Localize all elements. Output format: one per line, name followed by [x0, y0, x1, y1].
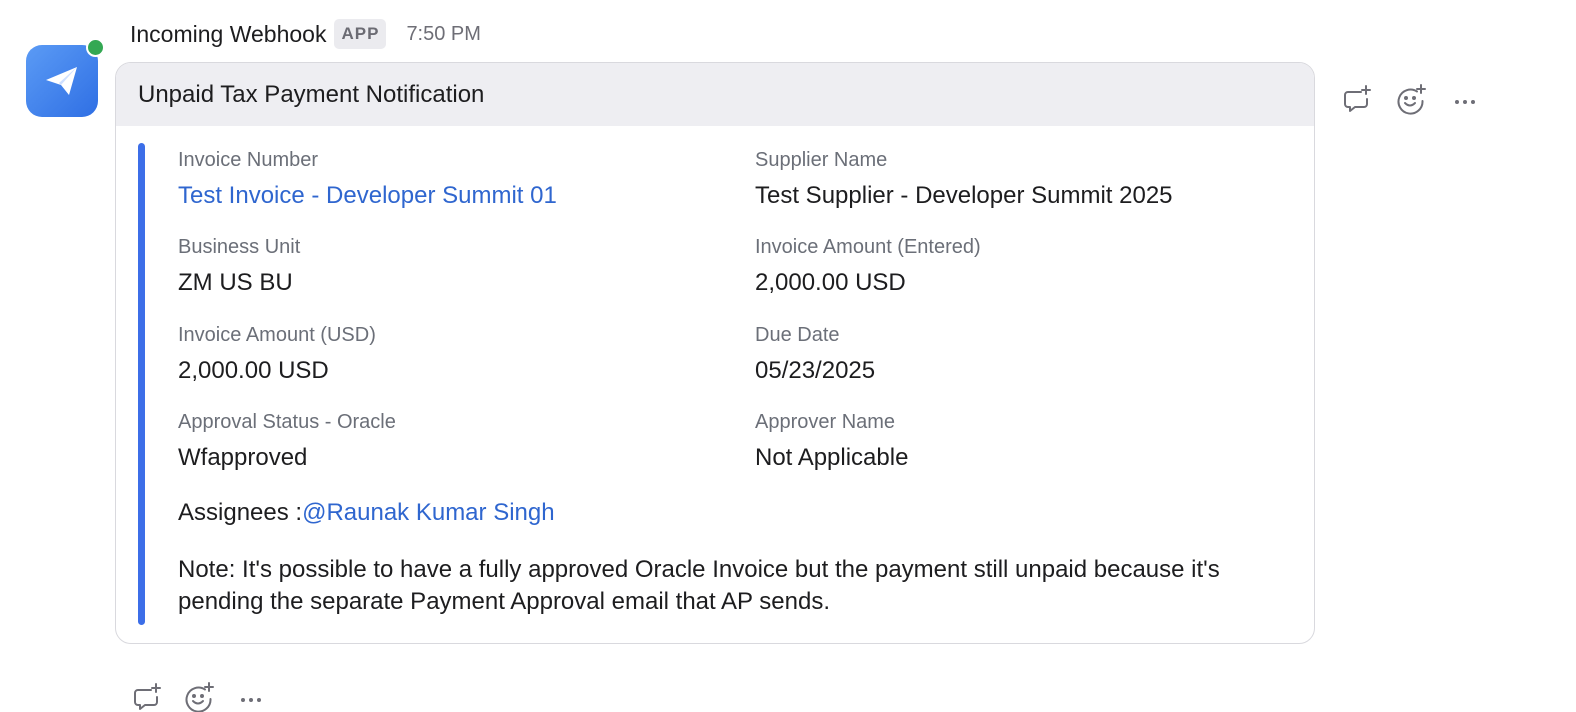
avatar[interactable] — [26, 45, 98, 117]
message-header: Incoming Webhook APP 7:50 PM — [130, 18, 481, 50]
field-label: Approval Status - Oracle — [178, 411, 396, 433]
field-business-unit: Business Unit ZM US BU — [178, 234, 300, 298]
field-value: 2,000.00 USD — [755, 269, 906, 296]
field-approver-name: Approver Name Not Applicable — [755, 409, 908, 473]
add-reaction-icon — [185, 682, 214, 712]
chat-message: Incoming Webhook APP 7:50 PM Unpaid Tax … — [0, 0, 1576, 712]
paper-plane-icon — [46, 67, 77, 95]
field-value: 05/23/2025 — [755, 357, 876, 384]
field-label: Business Unit — [178, 236, 301, 258]
field-value: ZM US BU — [178, 269, 293, 296]
presence-indicator — [86, 38, 105, 57]
field-label: Invoice Amount (USD) — [178, 324, 376, 346]
reply-thread-button[interactable] — [130, 680, 164, 712]
message-footer-actions — [130, 680, 268, 712]
add-reaction-icon — [1397, 84, 1426, 115]
field-label: Approver Name — [755, 411, 896, 433]
add-reaction-button[interactable] — [1394, 82, 1428, 116]
app-badge: APP — [334, 19, 387, 49]
field-value: Test Supplier - Developer Summit 2025 — [755, 182, 1173, 209]
field-invoice-number: Invoice Number Test Invoice - Developer … — [178, 147, 557, 211]
card-accent-bar — [138, 143, 145, 625]
more-options-icon — [1455, 100, 1475, 104]
more-options-button[interactable] — [234, 680, 268, 712]
assignee-mention[interactable]: @Raunak Kumar Singh — [302, 499, 555, 526]
field-label: Supplier Name — [755, 149, 888, 171]
field-supplier-name: Supplier Name Test Supplier - Developer … — [755, 147, 1173, 211]
field-approval-status: Approval Status - Oracle Wfapproved — [178, 409, 396, 473]
field-label: Invoice Amount (Entered) — [755, 236, 981, 258]
notification-card: Unpaid Tax Payment Notification Invoice … — [115, 62, 1315, 644]
card-title: Unpaid Tax Payment Notification — [116, 63, 1314, 126]
field-due-date: Due Date 05/23/2025 — [755, 322, 875, 386]
assignees-label: Assignees : — [178, 499, 303, 526]
reply-thread-button[interactable] — [1340, 82, 1374, 116]
more-options-button[interactable] — [1448, 82, 1482, 116]
reply-thread-icon — [134, 683, 161, 710]
field-value: 2,000.00 USD — [178, 357, 329, 384]
add-reaction-button[interactable] — [182, 680, 216, 712]
assignees-line: Assignees :@Raunak Kumar Singh — [178, 498, 555, 528]
field-value: Not Applicable — [755, 444, 909, 471]
message-hover-actions — [1340, 82, 1482, 116]
field-invoice-amount-entered: Invoice Amount (Entered) 2,000.00 USD — [755, 234, 981, 298]
more-options-icon — [241, 698, 261, 702]
field-label: Due Date — [755, 324, 840, 346]
message-timestamp[interactable]: 7:50 PM — [406, 23, 480, 46]
field-invoice-amount-usd: Invoice Amount (USD) 2,000.00 USD — [178, 322, 376, 386]
card-note: Note: It's possible to have a fully appr… — [178, 556, 1220, 615]
reply-thread-icon — [1344, 85, 1371, 112]
field-value: Wfapproved — [178, 444, 308, 471]
field-label: Invoice Number — [178, 149, 319, 171]
sender-name[interactable]: Incoming Webhook — [130, 21, 326, 48]
invoice-number-link[interactable]: Test Invoice - Developer Summit 01 — [178, 181, 557, 211]
